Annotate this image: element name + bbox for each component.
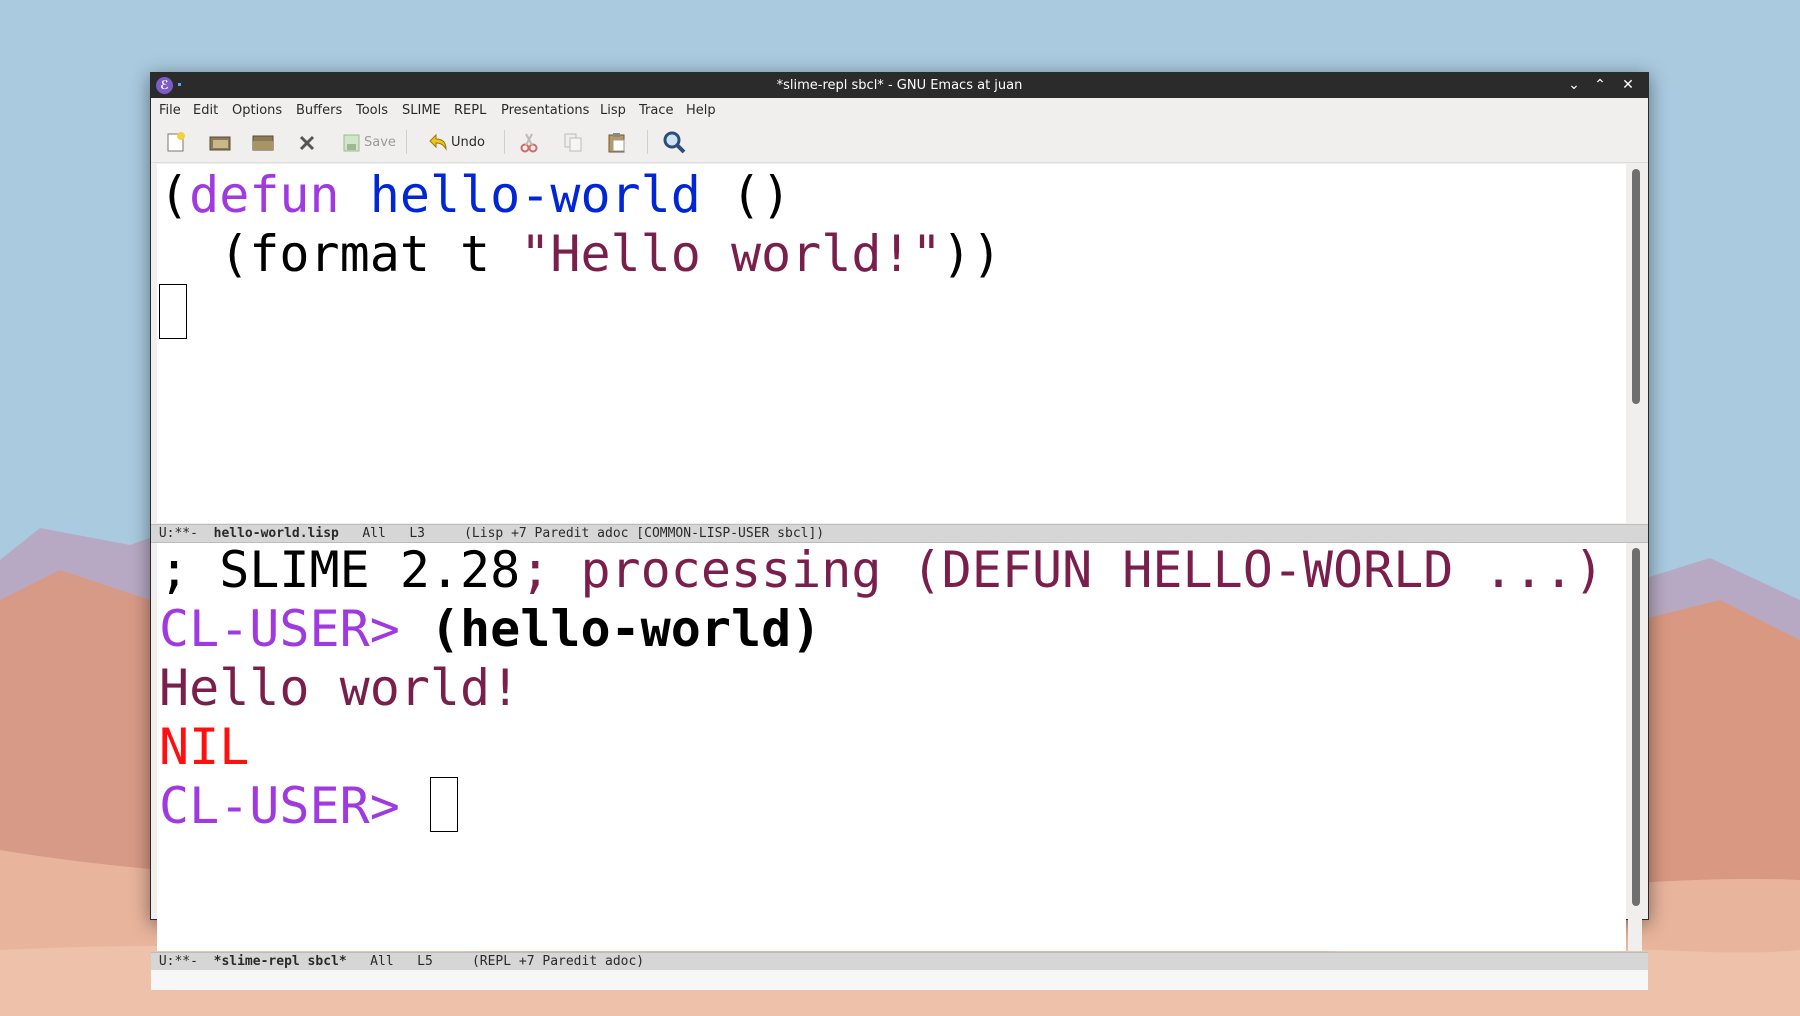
mode-line-top: U:**- hello-world.lisp All L3 (Lisp +7 P… [151, 524, 1648, 543]
scissors-icon [520, 133, 538, 153]
menu-options[interactable]: Options [232, 103, 282, 118]
menu-help[interactable]: Help [686, 103, 716, 118]
repl-input: (hello-world) [429, 600, 822, 658]
text-cursor [159, 284, 187, 339]
mode-line-bottom: U:**- *slime-repl sbcl* All L5 (REPL +7 … [151, 952, 1648, 971]
modeline-buffer-name: hello-world.lisp [213, 526, 339, 541]
string-literal: "Hello world!" [520, 225, 942, 283]
undo-button[interactable]: Undo [426, 129, 485, 155]
modeline-modes: (Lisp +7 Paredit adoc [COMMON-LISP-USER … [464, 526, 825, 541]
modeline-position: All [370, 954, 394, 969]
maximize-button[interactable]: ⌃ [1590, 76, 1610, 94]
code-line-1: (defun hello-world () [159, 166, 791, 225]
title-bar: ℰ *slime-repl sbcl* - GNU Emacs at juan … [151, 73, 1648, 98]
repl-output: Hello world! [159, 659, 521, 717]
processing-message: ; processing (DEFUN HELLO-WORLD ...) [520, 543, 1604, 599]
function-name: hello-world [369, 166, 701, 224]
scrollbar-thumb[interactable] [1632, 548, 1640, 906]
menu-file[interactable]: File [159, 103, 181, 118]
new-file-icon [167, 132, 185, 152]
format-call: (format t [159, 225, 521, 283]
repl-input-line: CL-USER> (hello-world) [159, 600, 821, 659]
copy-button[interactable] [562, 129, 584, 155]
toolbar-separator [504, 130, 505, 154]
kill-buffer-button[interactable] [297, 129, 317, 155]
repl-prompt: CL-USER> [159, 600, 400, 658]
repl-result: NIL [159, 718, 250, 776]
cut-button[interactable] [518, 129, 540, 155]
undo-icon [429, 133, 447, 151]
modeline-line: L5 [417, 954, 433, 969]
scrollbar-bottom[interactable] [1628, 543, 1642, 951]
code-line-3 [159, 284, 187, 343]
undo-label: Undo [451, 134, 485, 150]
paste-icon [608, 133, 625, 153]
save-label: Save [364, 134, 396, 150]
copy-icon [564, 133, 582, 152]
open-directory-button[interactable] [251, 129, 275, 155]
toolbar-separator [647, 130, 648, 154]
arg-list: () [700, 166, 792, 224]
code-line-2: (format t "Hello world!")) [159, 225, 1002, 284]
new-file-button[interactable] [165, 129, 187, 155]
close-button[interactable]: ✕ [1618, 76, 1638, 94]
minimize-button[interactable]: ⌄ [1564, 76, 1584, 94]
menu-trace[interactable]: Trace [639, 103, 674, 118]
modeline-buffer-name: *slime-repl sbcl* [213, 954, 347, 969]
menu-bar: File Edit Options Buffers Tools SLIME RE… [151, 98, 1648, 122]
menu-tools[interactable]: Tools [356, 103, 388, 118]
open-file-button[interactable] [208, 129, 232, 155]
menu-repl[interactable]: REPL [454, 103, 486, 118]
modeline-status: U:**- [158, 954, 198, 969]
closing-parens: )) [941, 225, 1002, 283]
repl-prompt-line: CL-USER> [159, 777, 458, 836]
menu-presentations[interactable]: Presentations [501, 103, 589, 118]
paren: ( [159, 166, 190, 224]
modeline-line: L3 [409, 526, 425, 541]
save-button[interactable]: Save [341, 129, 396, 155]
text-cursor [429, 777, 458, 832]
modeline-status: U:**- [158, 526, 198, 541]
repl-banner-line: ; SLIME 2.28; processing (DEFUN HELLO-WO… [159, 543, 1604, 600]
scrollbar-thumb[interactable] [1632, 169, 1640, 404]
emacs-window: ℰ *slime-repl sbcl* - GNU Emacs at juan … [150, 72, 1649, 990]
minibuffer[interactable] [151, 970, 1648, 990]
modeline-position: All [362, 526, 386, 541]
modeline-modes: (REPL +7 Paredit adoc) [471, 954, 645, 969]
repl-prompt: CL-USER> [159, 777, 400, 835]
folder-icon [252, 135, 274, 151]
paste-button[interactable] [606, 129, 628, 155]
toolbar-separator [406, 130, 407, 154]
menu-buffers[interactable]: Buffers [296, 103, 342, 118]
tool-bar: Save Undo [151, 122, 1648, 163]
source-editor-pane[interactable]: (defun hello-world () (format t "Hello w… [157, 164, 1626, 523]
search-button[interactable] [662, 129, 686, 155]
save-icon [343, 134, 360, 152]
menu-lisp[interactable]: Lisp [600, 103, 626, 118]
repl-pane[interactable]: ; SLIME 2.28; processing (DEFUN HELLO-WO… [157, 543, 1626, 951]
keyword-defun: defun [189, 166, 340, 224]
menu-edit[interactable]: Edit [193, 103, 218, 118]
menu-slime[interactable]: SLIME [402, 103, 441, 118]
window-title: *slime-repl sbcl* - GNU Emacs at juan [776, 78, 1023, 93]
close-icon [299, 135, 315, 151]
scrollbar-top[interactable] [1628, 164, 1642, 523]
folder-open-icon [209, 136, 231, 151]
slime-version: ; SLIME 2.28 [159, 543, 521, 599]
search-icon [663, 131, 686, 154]
